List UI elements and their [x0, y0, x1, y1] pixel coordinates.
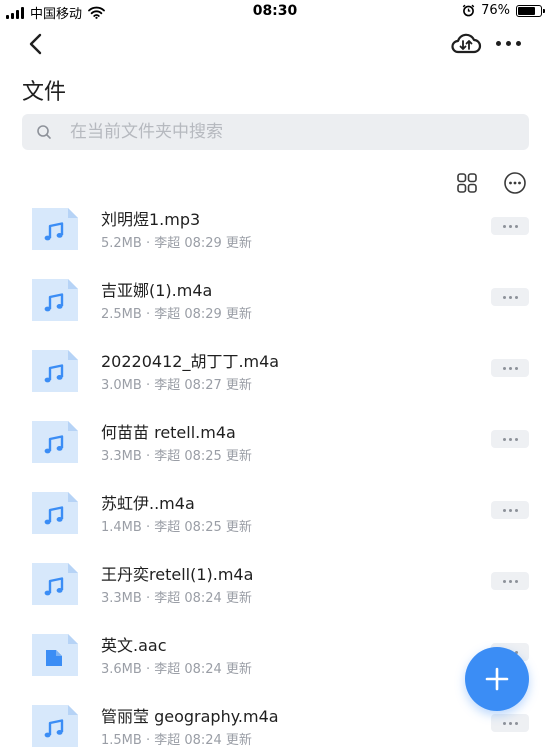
file-row[interactable]: 吉亚娜(1).m4a 2.5MB · 李超 08:29 更新 — [0, 269, 550, 340]
music-file-icon — [32, 421, 78, 463]
file-meta: 3.6MB · 李超 08:24 更新 — [101, 662, 252, 677]
file-name: 吉亚娜(1).m4a — [101, 281, 213, 300]
chevron-left-icon — [29, 33, 42, 55]
document-file-icon — [32, 634, 78, 676]
file-meta: 3.3MB · 李超 08:25 更新 — [101, 449, 252, 464]
file-name: 苏虹伊..m4a — [101, 494, 195, 513]
file-name: 刘明煜1.mp3 — [101, 210, 201, 229]
add-button[interactable] — [465, 647, 529, 711]
more-options-button[interactable] — [491, 32, 525, 54]
more-circle-icon — [504, 172, 526, 194]
file-name: 管丽莹 geography.m4a — [101, 707, 279, 726]
more-dot — [508, 508, 512, 512]
file-more-button[interactable] — [491, 501, 529, 519]
file-meta: 5.2MB · 李超 08:29 更新 — [101, 236, 252, 251]
music-file-icon — [32, 492, 78, 534]
more-dot — [508, 721, 512, 725]
alarm-icon — [462, 4, 475, 17]
cloud-sync-button[interactable] — [450, 30, 482, 58]
more-dot — [502, 295, 506, 299]
more-dot — [514, 579, 518, 583]
more-dot — [502, 366, 506, 370]
more-dot — [502, 579, 506, 583]
search-input[interactable] — [70, 122, 490, 142]
file-row[interactable]: 苏虹伊..m4a 1.4MB · 李超 08:25 更新 — [0, 482, 550, 553]
grid-view-icon — [457, 173, 477, 193]
file-more-button[interactable] — [491, 359, 529, 377]
cloud-sync-icon — [451, 33, 482, 54]
more-dot — [502, 224, 506, 228]
grid-view-button[interactable] — [456, 172, 478, 194]
file-row[interactable]: 刘明煜1.mp3 5.2MB · 李超 08:29 更新 — [0, 198, 550, 269]
file-meta: 3.0MB · 李超 08:27 更新 — [101, 378, 252, 393]
file-more-button[interactable] — [491, 430, 529, 448]
music-file-icon — [32, 208, 78, 250]
more-dot — [515, 40, 521, 46]
battery-fill — [518, 6, 535, 15]
file-meta: 1.5MB · 李超 08:24 更新 — [101, 733, 252, 747]
more-dot — [502, 437, 506, 441]
file-row[interactable]: 20220412_胡丁丁.m4a 3.0MB · 李超 08:27 更新 — [0, 340, 550, 411]
music-file-icon — [32, 705, 78, 747]
file-more-button[interactable] — [491, 572, 529, 590]
file-row[interactable]: 王丹奕retell(1).m4a 3.3MB · 李超 08:24 更新 — [0, 553, 550, 624]
sort-options-button[interactable] — [503, 171, 527, 195]
search-box[interactable] — [22, 114, 529, 150]
file-name: 王丹奕retell(1).m4a — [101, 565, 254, 584]
battery-icon — [516, 4, 545, 17]
file-more-button[interactable] — [491, 288, 529, 306]
more-dot — [514, 721, 518, 725]
file-meta: 1.4MB · 李超 08:25 更新 — [101, 520, 252, 535]
more-dot — [514, 224, 518, 228]
file-meta: 2.5MB · 李超 08:29 更新 — [101, 307, 252, 322]
music-file-icon — [32, 563, 78, 605]
more-dot — [505, 40, 511, 46]
more-dot — [508, 295, 512, 299]
back-button[interactable] — [22, 30, 50, 58]
more-dot — [514, 437, 518, 441]
battery-percent: 76% — [481, 3, 510, 18]
status-bar: 中国移动 08:30 76% — [0, 0, 550, 22]
more-dot — [502, 721, 506, 725]
status-right: 76% — [462, 3, 545, 18]
more-dot — [508, 224, 512, 228]
more-dot — [508, 366, 512, 370]
more-dot — [508, 579, 512, 583]
more-dot — [502, 508, 506, 512]
file-meta: 3.3MB · 李超 08:24 更新 — [101, 591, 252, 606]
page-title: 文件 — [22, 80, 67, 105]
search-icon — [37, 125, 51, 139]
plus-icon — [485, 667, 509, 691]
file-row[interactable]: 何苗苗 retell.m4a 3.3MB · 李超 08:25 更新 — [0, 411, 550, 482]
music-file-icon — [32, 350, 78, 392]
file-name: 何苗苗 retell.m4a — [101, 423, 236, 442]
more-horizontal-icon — [495, 40, 501, 46]
more-dot — [508, 437, 512, 441]
file-more-button[interactable] — [491, 714, 529, 732]
more-dot — [514, 508, 518, 512]
file-name: 英文.aac — [101, 636, 167, 655]
more-dot — [514, 295, 518, 299]
file-more-button[interactable] — [491, 217, 529, 235]
more-dot — [514, 366, 518, 370]
file-name: 20220412_胡丁丁.m4a — [101, 352, 280, 371]
file-row[interactable]: 管丽莹 geography.m4a 1.5MB · 李超 08:24 更新 — [0, 695, 550, 747]
music-file-icon — [32, 279, 78, 321]
